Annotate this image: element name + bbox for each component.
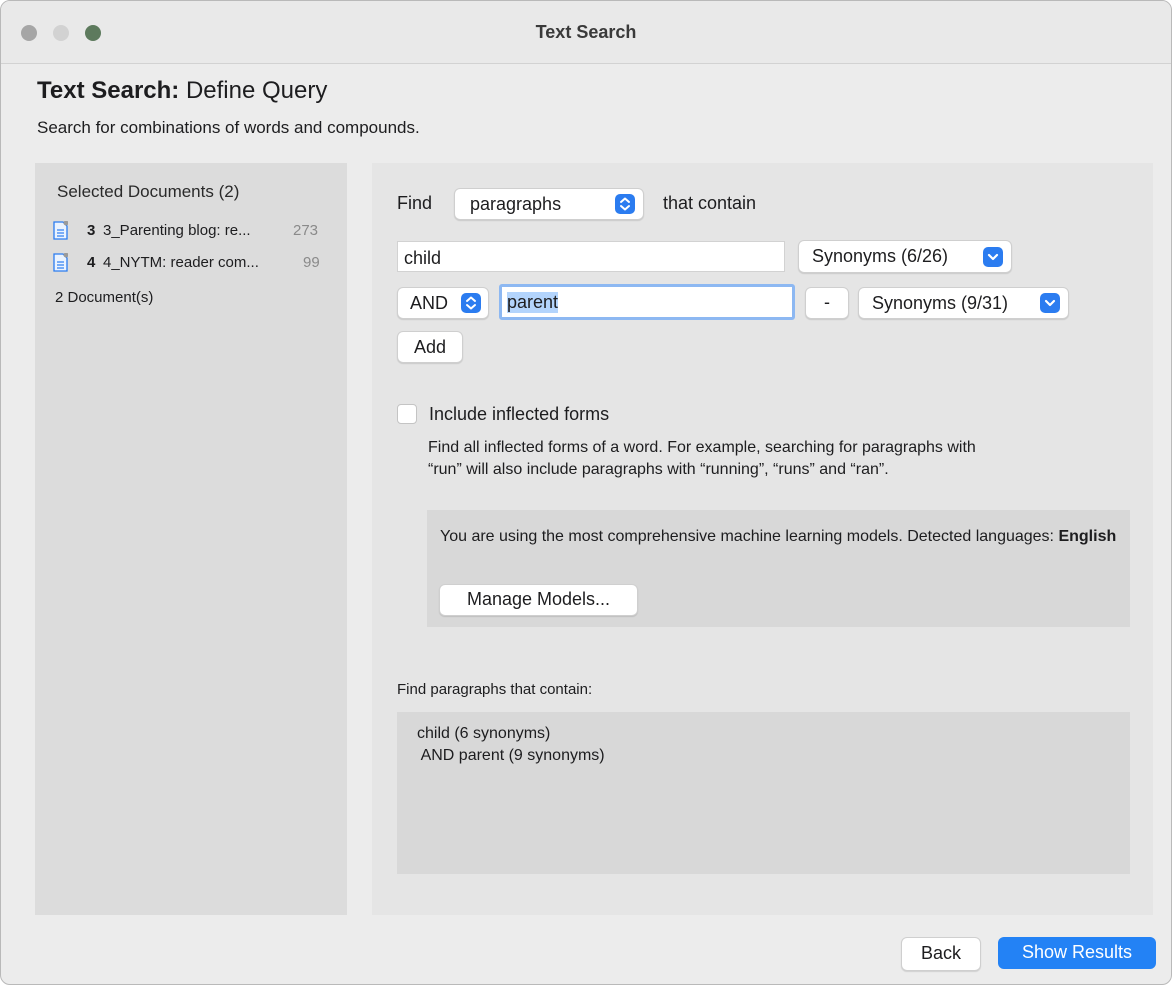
scope-select-value: paragraphs (470, 194, 562, 214)
chevron-down-icon (983, 247, 1003, 267)
inflected-forms-checkbox[interactable] (397, 404, 417, 424)
query-panel: Find paragraphs that contain child Synon… (372, 163, 1153, 915)
term-input-2[interactable]: parent (499, 284, 795, 320)
document-total: 2 Document(s) (55, 289, 154, 306)
that-contain-label: that contain (663, 193, 757, 213)
inflected-help-line-1: Find all inflected forms of a word. For … (428, 439, 976, 456)
models-info-message: You are using the most comprehensive mac… (440, 528, 1054, 545)
find-label: Find (397, 193, 433, 213)
synonyms-select-1[interactable]: Synonyms (6/26) (798, 240, 1012, 273)
updown-chevron-icon (461, 293, 481, 313)
term-input-2-value: parent (507, 292, 559, 313)
title-bar: Text Search (1, 1, 1171, 64)
remove-term-button[interactable]: - (805, 287, 849, 319)
summary-line: AND parent (9 synonyms) (417, 747, 605, 764)
synonyms-select-2-label: Synonyms (9/31) (872, 293, 1009, 313)
term-input-1-value: child (404, 248, 442, 268)
query-summary: child (6 synonyms) AND parent (9 synonym… (397, 712, 1130, 874)
page-subtitle: Search for combinations of words and com… (37, 118, 420, 137)
operator-select[interactable]: AND (397, 287, 489, 319)
page-title-bold: Text Search: (37, 77, 180, 104)
manage-models-label: Manage Models... (466, 589, 611, 609)
summary-line: child (6 synonyms) (417, 725, 551, 742)
synonyms-select-2[interactable]: Synonyms (9/31) (858, 287, 1069, 319)
detected-language: English (1058, 528, 1117, 545)
synonyms-select-1-label: Synonyms (6/26) (812, 246, 949, 266)
selected-documents-title: Selected Documents (2) (57, 182, 240, 201)
chevron-down-icon (1040, 293, 1060, 313)
add-term-label: Add (413, 337, 447, 357)
summary-label: Find paragraphs that contain: (397, 681, 593, 698)
operator-select-value: AND (410, 293, 449, 313)
add-term-button[interactable]: Add (397, 331, 463, 363)
back-button[interactable]: Back (901, 937, 981, 971)
inflected-forms-label[interactable]: Include inflected forms (429, 404, 609, 425)
document-icon (53, 252, 69, 272)
page-title: Text Search: Define Query (37, 77, 327, 105)
document-icon (53, 220, 69, 240)
show-results-button[interactable]: Show Results (998, 937, 1156, 969)
document-name: 4_NYTM: reader com... (103, 254, 259, 271)
document-row[interactable]: 4 4_NYTM: reader com... 99 (53, 252, 345, 274)
show-results-label: Show Results (1021, 942, 1133, 962)
document-number: 4 (87, 254, 96, 271)
inflected-help-line-2: “run” will also include paragraphs with … (428, 461, 889, 478)
selected-documents-panel: Selected Documents (2) 3 3_Parenting blo… (35, 163, 347, 915)
models-info-text: You are using the most comprehensive mac… (440, 526, 1120, 548)
manage-models-button[interactable]: Manage Models... (439, 584, 638, 616)
updown-chevron-icon (615, 194, 635, 214)
document-row[interactable]: 3 3_Parenting blog: re... 273 (53, 220, 345, 242)
scope-select[interactable]: paragraphs (454, 188, 644, 220)
term-input-1[interactable]: child (397, 241, 785, 272)
document-name: 3_Parenting blog: re... (103, 222, 251, 239)
document-count: 99 (303, 254, 320, 271)
back-label: Back (920, 943, 962, 963)
document-number: 3 (87, 222, 96, 239)
document-count: 273 (293, 222, 319, 239)
window: Text Search Text Search: Define Query Se… (0, 0, 1172, 985)
remove-term-label: - (824, 292, 830, 312)
models-info-box: You are using the most comprehensive mac… (427, 510, 1130, 627)
page-title-rest: Define Query (185, 77, 328, 104)
window-title: Text Search (535, 22, 637, 42)
